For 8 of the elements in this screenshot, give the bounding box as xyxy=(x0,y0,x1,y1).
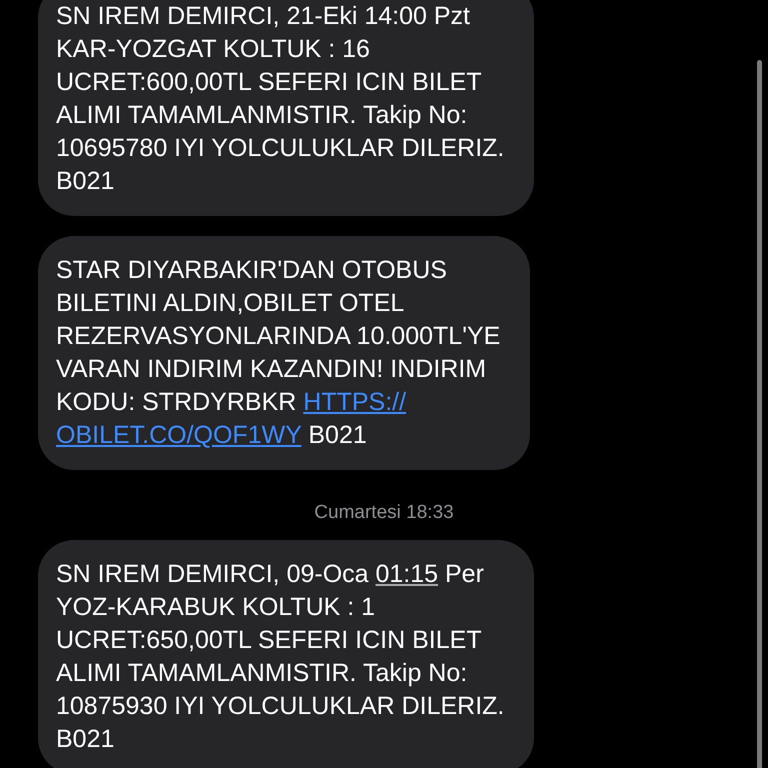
scrollbar[interactable] xyxy=(757,60,762,768)
time-link[interactable]: 01:15 xyxy=(376,560,438,588)
message-text: STAR DIYARBAKIR'DAN OTOBUS BILETINI ALDIN,OBILET OTEL REZERVASYONLARINDA 10.000TL'YE VARAN INDIRIM KAZANDIN! INDIRIM KODU: STRDYRBKR HTTPS:// OBILET.CO/QOF1WY B021 xyxy=(56,255,500,451)
message-text: SN IREM DEMIRCI, 21-Eki 14:00 Pzt KAR-YOZGAT KOLTUK : 16 UCRET:600,00TL SEFERI ICIN BILET ALIMI TAMAMLANMISTIR. Takip No: 10695780 IYI YOLCULUKLAR DILERIZ. B021 xyxy=(56,1,504,197)
url-link[interactable]: OBILET.CO/QOF1WY xyxy=(56,421,302,449)
message-text: SN IREM DEMIRCI, 09-Oca 01:15 Per YOZ-KARABUK KOLTUK : 1 UCRET:650,00TL SEFERI ICIN BILET ALIMI TAMAMLANMISTIR. Takip No: 10875930 IYI YOLCULUKLAR DILERIZ. B021 xyxy=(56,559,504,755)
url-link[interactable]: HTTPS:// xyxy=(303,388,406,416)
timestamp: Cumartesi 18:33 xyxy=(313,502,455,524)
